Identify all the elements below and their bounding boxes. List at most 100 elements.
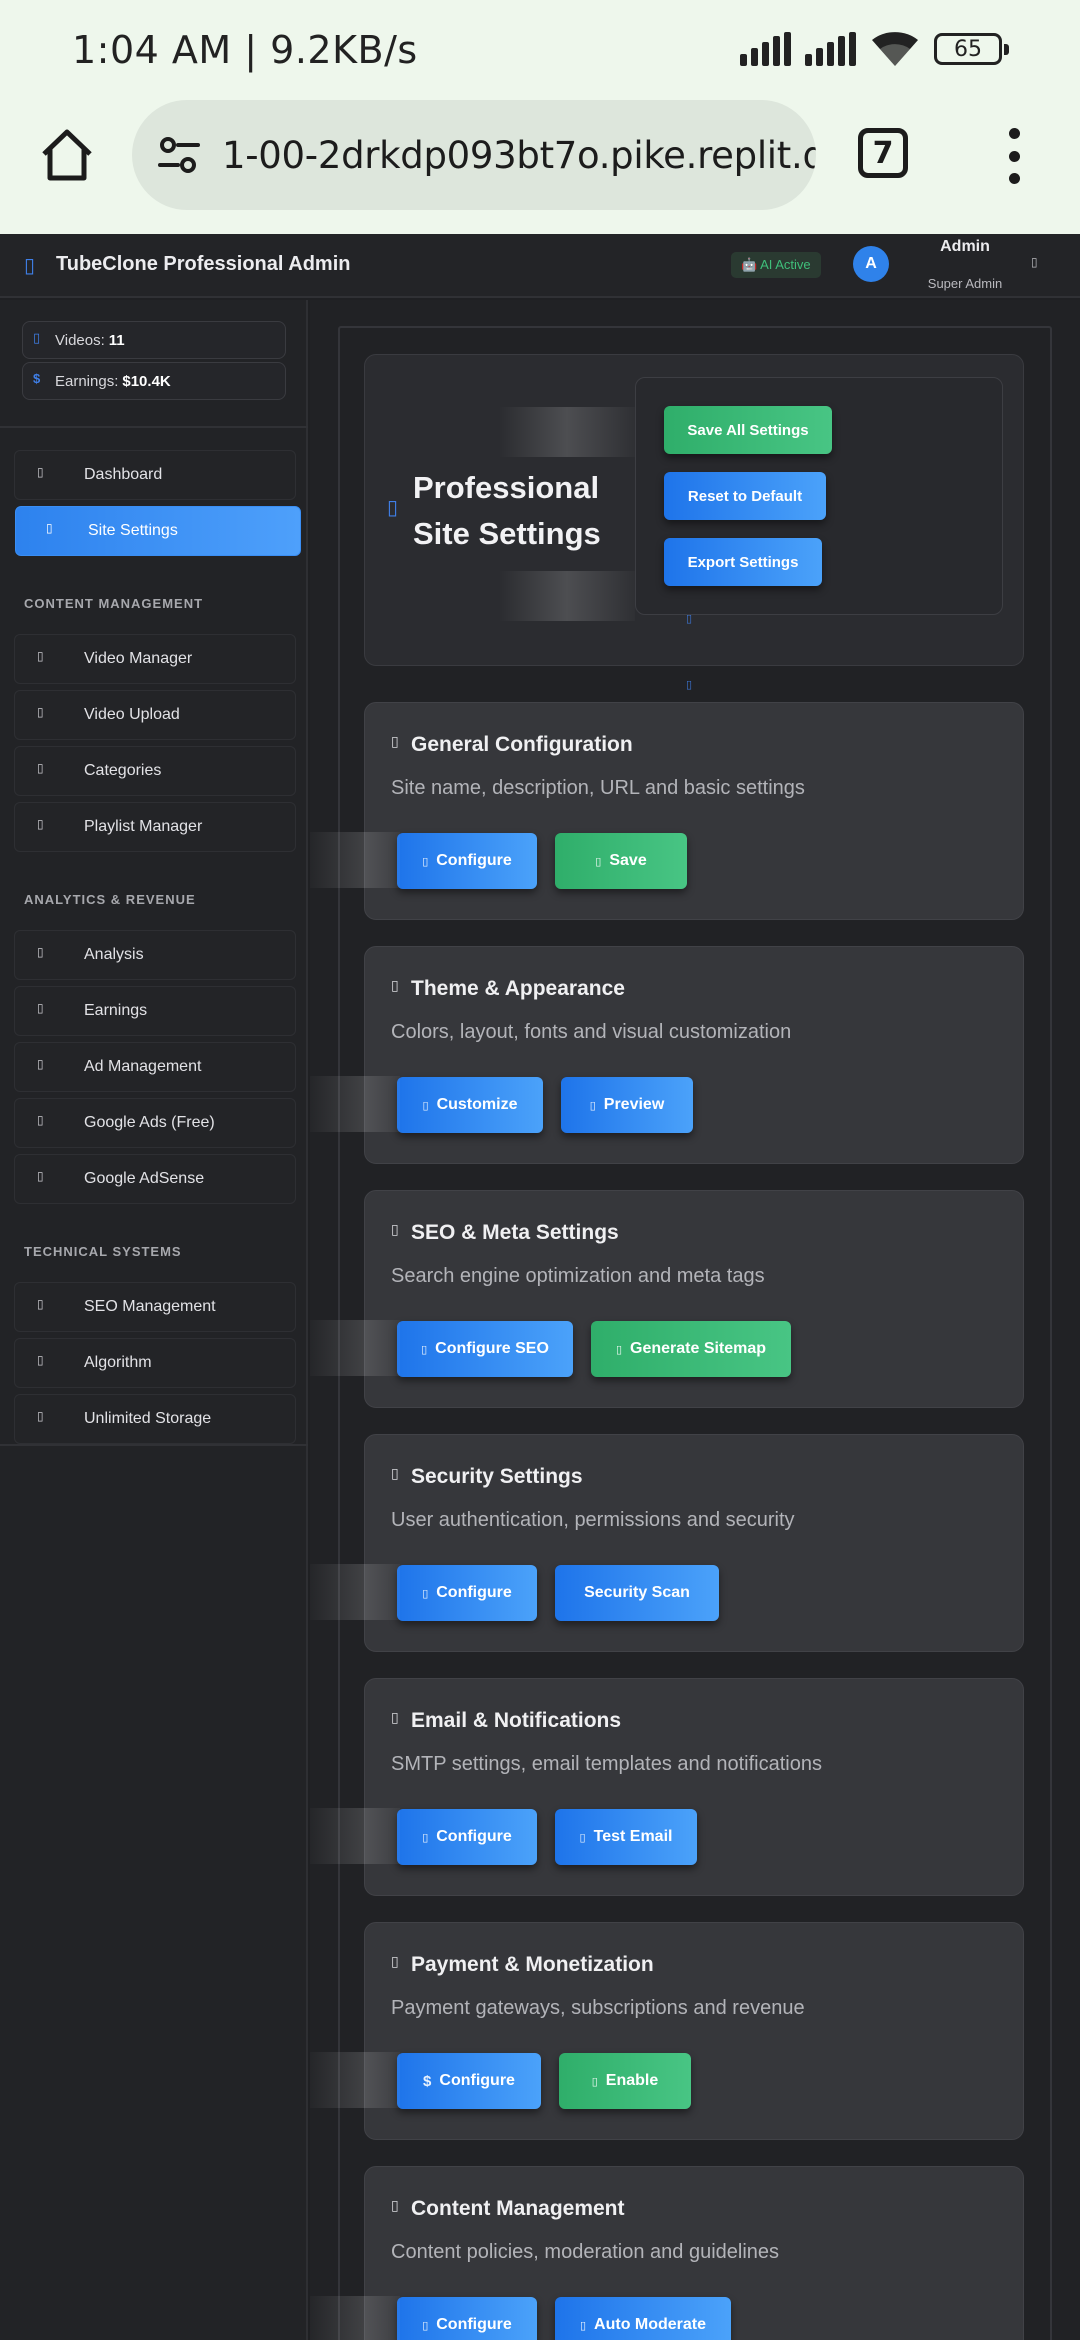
sidebar-item-label: Playlist Manager bbox=[84, 818, 203, 835]
gear-icon: ▯ bbox=[391, 733, 399, 749]
dollar-icon: $ bbox=[423, 2072, 432, 2090]
auto-moderate-button[interactable]: ▯ Auto Moderate bbox=[555, 2297, 731, 2340]
section-title-analytics: ANALYTICS & REVENUE bbox=[24, 892, 196, 907]
stat-earnings: $ Earnings: $10.4K bbox=[22, 362, 286, 400]
sidebar-item-seo-management[interactable]: ▯ SEO Management bbox=[14, 1282, 296, 1332]
button-label: Auto Moderate bbox=[594, 2316, 707, 2333]
storage-icon: ▯ bbox=[37, 1409, 44, 1423]
browser-menu-icon[interactable] bbox=[1004, 128, 1024, 184]
card-description: Colors, layout, fonts and visual customi… bbox=[391, 1021, 792, 1043]
sidebar-item-earnings[interactable]: ▯ Earnings bbox=[14, 986, 296, 1036]
button-label: Configure bbox=[436, 1828, 512, 1845]
sidebar-item-playlist-manager[interactable]: ▯ Playlist Manager bbox=[14, 802, 296, 852]
avatar[interactable]: A bbox=[853, 246, 889, 282]
configure-button[interactable]: $ Configure bbox=[397, 2053, 541, 2109]
sidebar-item-video-manager[interactable]: ▯ Video Manager bbox=[14, 634, 296, 684]
page-title: Professional Site Settings bbox=[413, 470, 601, 551]
home-icon[interactable] bbox=[36, 124, 98, 186]
button-label: Customize bbox=[436, 1096, 518, 1113]
decorative-glow bbox=[310, 1808, 400, 1864]
decorative-glow bbox=[310, 1564, 400, 1620]
brand-title[interactable]: TubeClone Professional Admin bbox=[56, 253, 350, 276]
export-settings-button[interactable]: ▯ Export Settings bbox=[664, 538, 822, 691]
seo-icon: ▯ bbox=[37, 1297, 44, 1311]
sidebar-item-categories[interactable]: ▯ Categories bbox=[14, 746, 296, 796]
sidebar-item-dashboard[interactable]: ▯ Dashboard bbox=[14, 450, 296, 500]
button-label: Generate Sitemap bbox=[630, 1340, 767, 1357]
card-description: Search engine optimization and meta tags bbox=[391, 1265, 765, 1287]
settings-hero: ▯ Professional Site Settings ▯ Save All … bbox=[364, 354, 1024, 691]
sidebar-item-unlimited-storage[interactable]: ▯ Unlimited Storage bbox=[14, 1394, 296, 1444]
card-email-notifications: ▯ Email & Notifications SMTP settings, e… bbox=[364, 1678, 1024, 1896]
sidebar-item-label: Google Ads (Free) bbox=[84, 1114, 215, 1131]
configure-icon: ▯ bbox=[422, 2319, 429, 2332]
sidebar-item-analysis[interactable]: ▯ Analysis bbox=[14, 930, 296, 980]
decorative-glow bbox=[310, 1320, 400, 1376]
earnings-icon: ▯ bbox=[37, 1001, 44, 1015]
sidebar: ▯ Videos: 11 $ Earnings: $10.4K ▯ Dashbo… bbox=[0, 300, 308, 2340]
site-settings-icon[interactable] bbox=[154, 130, 204, 180]
sidebar-item-label: Ad Management bbox=[84, 1058, 202, 1075]
test-email-button[interactable]: ▯ Test Email bbox=[555, 1809, 697, 1865]
save-all-settings-button[interactable]: ▯ Save All Settings bbox=[664, 406, 832, 559]
button-label: Export Settings bbox=[687, 553, 799, 571]
sidebar-item-google-adsense[interactable]: ▯ Google AdSense bbox=[14, 1154, 296, 1204]
stat-value: $10.4K bbox=[122, 372, 171, 390]
sidebar-item-site-settings[interactable]: ▯ Site Settings bbox=[15, 506, 301, 556]
configure-button[interactable]: ▯ Configure bbox=[397, 1809, 537, 1865]
url-text[interactable]: 1-00-2drkdp093bt7o.pike.replit.dev bbox=[222, 134, 816, 177]
moderate-icon: ▯ bbox=[579, 2319, 587, 2332]
tab-switcher-button[interactable]: 7 bbox=[858, 128, 908, 178]
decorative-glow bbox=[310, 1076, 400, 1132]
user-name: Admin bbox=[940, 238, 990, 255]
reset-to-default-button[interactable]: ▯ Reset to Default bbox=[664, 472, 826, 625]
save-button[interactable]: ▯ Save bbox=[555, 833, 687, 889]
cell-signal-icon bbox=[740, 32, 791, 66]
sidebar-item-label: Categories bbox=[84, 762, 162, 779]
video-manager-icon: ▯ bbox=[37, 649, 44, 663]
cell-signal-2-icon bbox=[805, 32, 856, 66]
sidebar-item-google-ads[interactable]: ▯ Google Ads (Free) bbox=[14, 1098, 296, 1148]
generate-sitemap-button[interactable]: ▯ Generate Sitemap bbox=[591, 1321, 791, 1377]
card-title: Security Settings bbox=[411, 1465, 583, 1488]
sidebar-item-label: Analysis bbox=[84, 946, 144, 963]
decorative-glow bbox=[310, 2052, 400, 2108]
browser-toolbar: 1-00-2drkdp093bt7o.pike.replit.dev 7 bbox=[0, 100, 1080, 234]
enable-button[interactable]: ▯ Enable bbox=[559, 2053, 691, 2109]
address-bar[interactable]: 1-00-2drkdp093bt7o.pike.replit.dev bbox=[132, 100, 816, 210]
card-description: Content policies, moderation and guideli… bbox=[391, 2241, 780, 2263]
ad-icon: ▯ bbox=[37, 1057, 44, 1071]
stat-videos: ▯ Videos: 11 bbox=[22, 321, 286, 359]
button-label: Save All Settings bbox=[687, 421, 809, 439]
sidebar-item-video-upload[interactable]: ▯ Video Upload bbox=[14, 690, 296, 740]
card-title: General Configuration bbox=[411, 733, 633, 756]
configure-button[interactable]: ▯ Configure bbox=[397, 1565, 537, 1621]
save-icon: ▯ bbox=[595, 855, 602, 868]
card-title: Email & Notifications bbox=[411, 1709, 622, 1732]
card-title: Theme & Appearance bbox=[411, 977, 625, 1000]
main-content: ▯ Professional Site Settings ▯ Save All … bbox=[310, 300, 1080, 2340]
video-icon: ▯ bbox=[33, 330, 41, 345]
security-scan-button[interactable]: Security Scan bbox=[555, 1565, 719, 1621]
card-general-configuration: ▯ General Configuration Site name, descr… bbox=[364, 702, 1024, 920]
battery-icon: 65 bbox=[934, 33, 1009, 65]
status-time: 1:04 AM | 9.2KB/s bbox=[72, 28, 418, 72]
sidebar-item-ad-management[interactable]: ▯ Ad Management bbox=[14, 1042, 296, 1092]
configure-seo-button[interactable]: ▯ Configure SEO bbox=[397, 1321, 573, 1377]
configure-button[interactable]: ▯ Configure bbox=[397, 2297, 537, 2340]
preview-button[interactable]: ▯ Preview bbox=[561, 1077, 693, 1133]
enable-icon: ▯ bbox=[591, 2075, 598, 2088]
sidebar-item-label: Video Upload bbox=[84, 706, 180, 723]
google-ads-icon: ▯ bbox=[37, 1113, 44, 1127]
content-icon: ▯ bbox=[391, 2197, 399, 2213]
payment-icon: ▯ bbox=[391, 1953, 399, 1969]
sidebar-item-algorithm[interactable]: ▯ Algorithm bbox=[14, 1338, 296, 1388]
upload-icon: ▯ bbox=[37, 705, 44, 719]
customize-button[interactable]: ▯ Customize bbox=[397, 1077, 543, 1133]
button-label: Security Scan bbox=[584, 1584, 690, 1601]
button-label: Configure bbox=[436, 852, 512, 869]
button-label: Enable bbox=[605, 2072, 659, 2089]
configure-button[interactable]: ▯ Configure bbox=[397, 833, 537, 889]
header-menu-icon[interactable]: ▯ bbox=[1031, 255, 1038, 269]
eye-icon: ▯ bbox=[589, 1099, 596, 1112]
